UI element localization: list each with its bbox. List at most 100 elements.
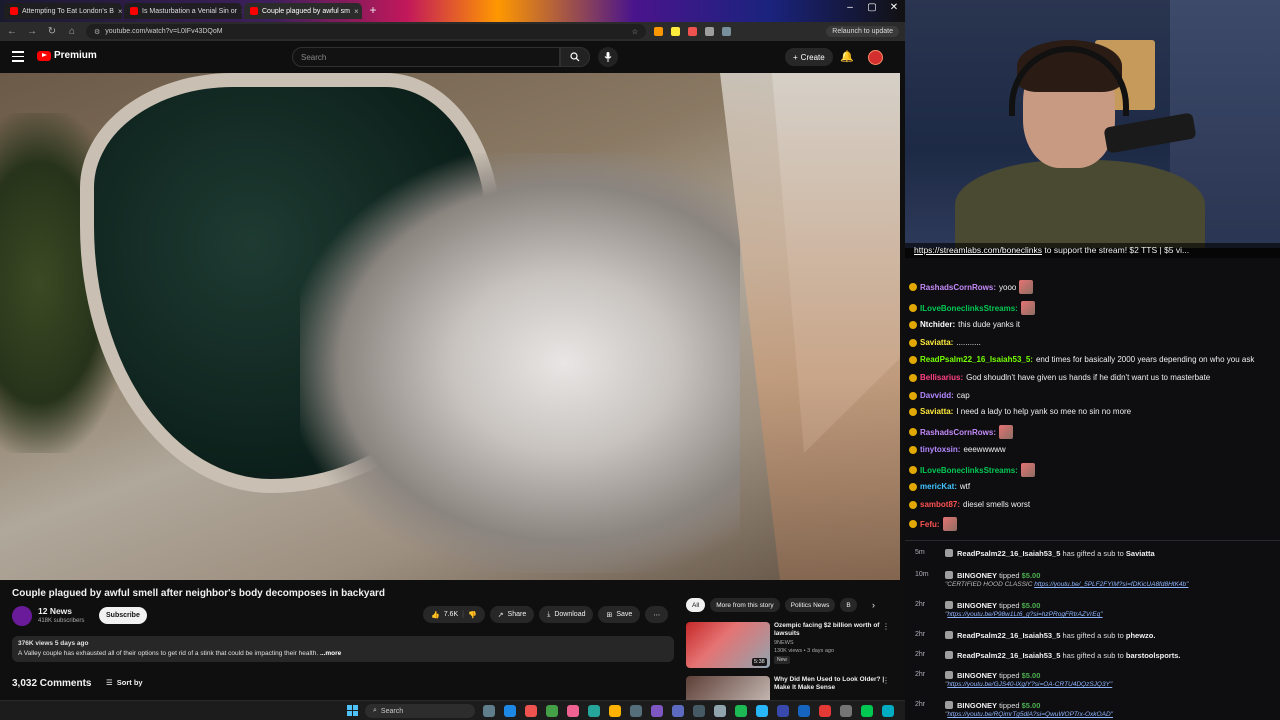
app-icon[interactable] bbox=[588, 705, 600, 717]
spotify-icon[interactable] bbox=[735, 705, 747, 717]
chat-username[interactable]: Saviatta: bbox=[920, 407, 953, 416]
description-box[interactable]: 376K views 5 days ago A Valley couple ha… bbox=[12, 636, 674, 662]
new-tab-button[interactable]: + bbox=[366, 3, 380, 17]
app-icon[interactable] bbox=[861, 705, 873, 717]
save-button[interactable]: ⊞ Save bbox=[598, 606, 641, 623]
back-icon[interactable]: ← bbox=[6, 26, 18, 37]
chat-username[interactable]: Ntchider: bbox=[920, 320, 955, 329]
chip-politics-news[interactable]: Politics News bbox=[784, 598, 836, 612]
extension-icon[interactable] bbox=[688, 27, 697, 36]
chat-username[interactable]: Saviatta: bbox=[920, 338, 953, 347]
app-icon[interactable] bbox=[630, 705, 642, 717]
search-button[interactable] bbox=[560, 47, 590, 67]
tip-link[interactable]: https://youtu.be/GJS40-lXgIY?si=OA-CRTU4… bbox=[947, 681, 1112, 688]
voice-search-button[interactable] bbox=[598, 47, 618, 67]
close-window-icon[interactable]: ✕ bbox=[884, 2, 904, 13]
app-icon[interactable] bbox=[777, 705, 789, 717]
chat-username[interactable]: RashadsCornRows: bbox=[920, 283, 996, 292]
edge-icon[interactable] bbox=[504, 705, 516, 717]
chat-username[interactable]: Fefu: bbox=[920, 520, 940, 529]
chip-b[interactable]: B bbox=[840, 598, 857, 612]
relaunch-button[interactable]: Relaunch to update bbox=[826, 26, 899, 37]
app-icon[interactable] bbox=[714, 705, 726, 717]
rec-title[interactable]: Why Did Men Used to Look Older? | Make I… bbox=[774, 676, 886, 692]
search-input[interactable]: Search bbox=[292, 47, 560, 67]
chat-username[interactable]: RashadsCornRows: bbox=[920, 428, 996, 437]
minimize-icon[interactable]: – bbox=[840, 2, 860, 13]
app-icon[interactable] bbox=[756, 705, 768, 717]
like-button[interactable]: 👍 7.6K | 👎 bbox=[423, 606, 485, 623]
close-icon[interactable]: × bbox=[241, 7, 242, 16]
download-button[interactable]: ⤓ Download bbox=[539, 606, 594, 623]
chat-username[interactable]: ReadPsalm22_16_Isaiah53_5: bbox=[920, 355, 1033, 364]
chrome-icon[interactable] bbox=[525, 705, 537, 717]
event-target[interactable]: barstoolsports. bbox=[1126, 651, 1181, 660]
event-user[interactable]: BINGONEY bbox=[957, 671, 997, 680]
account-avatar[interactable] bbox=[868, 50, 883, 65]
chat-username[interactable]: mericKat: bbox=[920, 482, 957, 491]
recommended-video[interactable]: Why Did Men Used to Look Older? | Make I… bbox=[686, 676, 896, 700]
chevron-right-icon[interactable]: › bbox=[872, 600, 875, 610]
app-icon[interactable] bbox=[819, 705, 831, 717]
close-icon[interactable]: × bbox=[354, 7, 359, 16]
forward-icon[interactable]: → bbox=[26, 26, 38, 37]
windows-start-icon[interactable] bbox=[347, 705, 358, 716]
reload-icon[interactable]: ↻ bbox=[46, 26, 58, 37]
more-vertical-icon[interactable]: ⋮ bbox=[882, 622, 890, 631]
notifications-bell-icon[interactable]: 🔔 bbox=[840, 50, 854, 63]
app-icon[interactable] bbox=[693, 705, 705, 717]
tip-link[interactable]: https://youtu.be/_5PLF2FYIM?si=fDKicUA8f… bbox=[1034, 581, 1188, 588]
create-button[interactable]: + Create bbox=[785, 48, 833, 66]
rec-title[interactable]: Ozempic facing $2 billion worth of lawsu… bbox=[774, 622, 886, 638]
taskbar-search[interactable]: ⌕ Search bbox=[365, 704, 475, 718]
more-actions-button[interactable]: ⋯ bbox=[645, 606, 669, 623]
event-user[interactable]: ReadPsalm22_16_Isaiah53_5 bbox=[957, 651, 1060, 660]
chrome-profile-icon[interactable] bbox=[546, 705, 558, 717]
channel-name[interactable]: 12 News bbox=[38, 606, 72, 616]
event-user[interactable]: BINGONEY bbox=[957, 701, 997, 710]
video-player[interactable] bbox=[0, 73, 900, 580]
app-icon[interactable] bbox=[840, 705, 852, 717]
tab-3[interactable]: Couple plagued by awful sm × bbox=[244, 3, 362, 19]
video-thumbnail[interactable] bbox=[686, 676, 770, 700]
sort-by-button[interactable]: ☰ Sort by bbox=[106, 678, 143, 687]
event-target[interactable]: Saviatta bbox=[1126, 549, 1155, 558]
show-more-link[interactable]: ...more bbox=[320, 650, 341, 657]
chat-username[interactable]: ILoveBoneclinksStreams: bbox=[920, 304, 1018, 313]
tab-2[interactable]: Is Masturbation a Venial Sin or × bbox=[124, 3, 242, 19]
discord-icon[interactable] bbox=[672, 705, 684, 717]
chip-all[interactable]: All bbox=[686, 598, 706, 612]
extension-icon[interactable] bbox=[671, 27, 680, 36]
event-user[interactable]: ReadPsalm22_16_Isaiah53_5 bbox=[957, 631, 1060, 640]
app-icon[interactable] bbox=[798, 705, 810, 717]
file-explorer-icon[interactable] bbox=[609, 705, 621, 717]
app-icon[interactable] bbox=[567, 705, 579, 717]
recommended-video[interactable]: 5:38 Ozempic facing $2 billion worth of … bbox=[686, 622, 896, 668]
star-icon[interactable]: ☆ bbox=[632, 28, 638, 36]
obs-icon[interactable] bbox=[651, 705, 663, 717]
youtube-logo[interactable]: Premium bbox=[37, 50, 97, 61]
event-user[interactable]: BINGONEY bbox=[957, 571, 997, 580]
chip-more-from-story[interactable]: More from this story bbox=[710, 598, 780, 612]
chat-username[interactable]: Bellisarius: bbox=[920, 373, 963, 382]
streamlabs-link[interactable]: https://streamlabs.com/boneclinks bbox=[914, 245, 1042, 255]
chat-username[interactable]: Davvidd: bbox=[920, 391, 954, 400]
event-user[interactable]: ReadPsalm22_16_Isaiah53_5 bbox=[957, 549, 1060, 558]
event-user[interactable]: BINGONEY bbox=[957, 601, 997, 610]
chat-username[interactable]: sambot87: bbox=[920, 500, 960, 509]
menu-icon[interactable] bbox=[12, 51, 24, 65]
tip-link[interactable]: https://youtu.be/RQimrTg5dlA?si=QwuWOPTr… bbox=[947, 711, 1113, 718]
chat-username[interactable]: tinytoxsin: bbox=[920, 445, 960, 454]
extension-icon[interactable] bbox=[705, 27, 714, 36]
tip-link[interactable]: https://youtu.be/P98w1Lt6_g?si=hzPRogFRt… bbox=[947, 611, 1102, 618]
site-info-icon[interactable]: ⚙ bbox=[94, 28, 100, 36]
subscribe-button[interactable]: Subscribe bbox=[99, 607, 147, 624]
thumbs-down-icon[interactable]: 👎 bbox=[468, 611, 477, 619]
extensions-puzzle-icon[interactable] bbox=[722, 27, 731, 36]
home-icon[interactable]: ⌂ bbox=[66, 26, 78, 37]
app-icon[interactable] bbox=[882, 705, 894, 717]
extension-icon[interactable] bbox=[654, 27, 663, 36]
tab-1[interactable]: Attempting To Eat London's B × bbox=[4, 3, 122, 19]
share-button[interactable]: ↗ Share bbox=[489, 606, 535, 623]
more-vertical-icon[interactable]: ⋮ bbox=[882, 676, 890, 685]
